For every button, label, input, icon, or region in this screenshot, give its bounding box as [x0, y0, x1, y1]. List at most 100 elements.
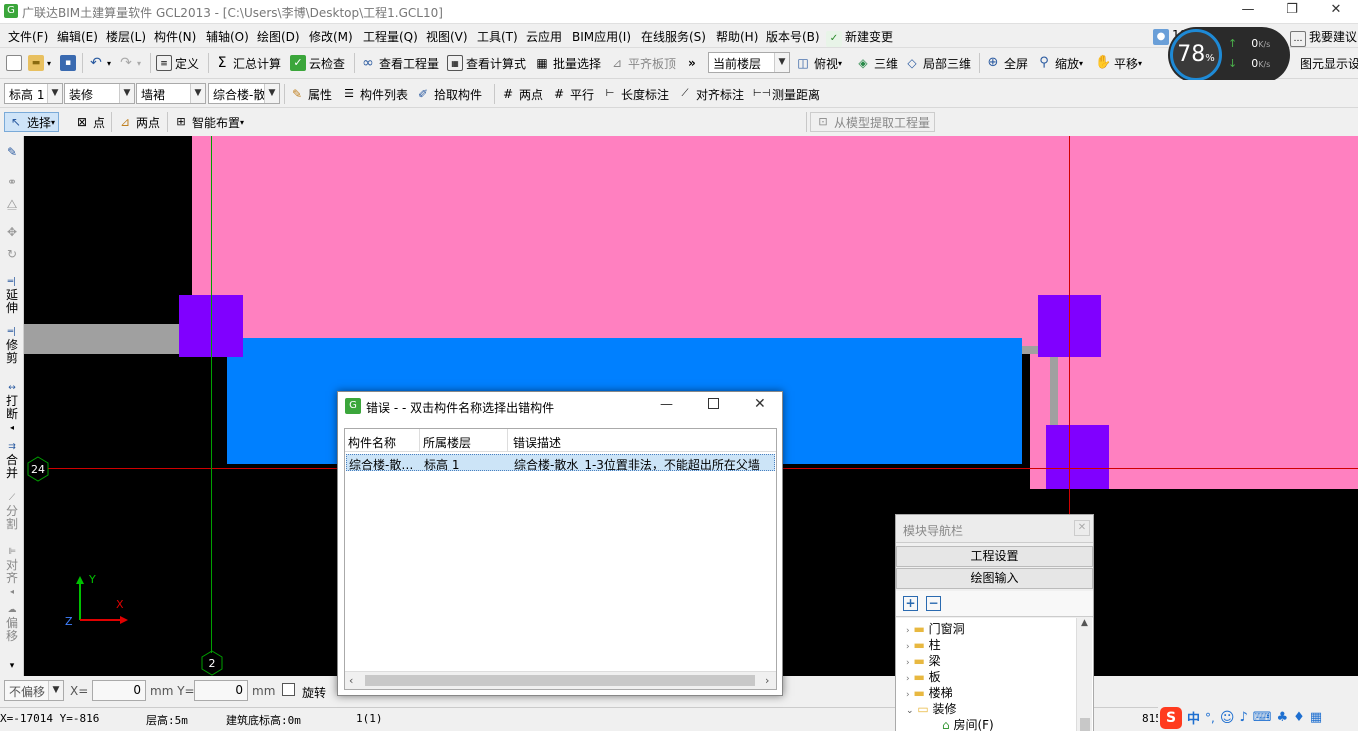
tree-item-room[interactable]: ⌂ 房间(F) — [942, 716, 994, 731]
table-row[interactable]: 综合楼-散… 标高 1 综合楼-散水_1-3位置非法，不能超出所在父墙 — [346, 454, 775, 471]
gray-wall-right-vertical[interactable] — [1050, 346, 1058, 426]
view-formula-button[interactable]: ▦ 查看计算式 — [447, 53, 526, 73]
project-settings-button[interactable]: 工程设置 — [896, 546, 1093, 567]
menu-component[interactable]: 构件(N) — [154, 28, 196, 45]
component-name-dropdown[interactable]: 综合楼-散 ▼ — [208, 83, 280, 104]
skin-icon[interactable]: ♣ — [1277, 710, 1289, 725]
save-icon[interactable]: ▪ — [60, 53, 79, 73]
menu-tools[interactable]: 工具(T) — [477, 28, 518, 45]
mirror-icon[interactable]: ⧋ — [1, 198, 23, 211]
floor-select-dropdown[interactable]: 当前楼层 ▼ — [708, 52, 790, 73]
rotate-checkbox[interactable] — [282, 683, 295, 696]
pan-button[interactable]: ✋ 平移 ▾ — [1095, 53, 1142, 73]
select-tool-button[interactable]: ↖ 选择 ▾ — [4, 112, 60, 132]
menu-aux-axis[interactable]: 辅轴(O) — [206, 28, 249, 45]
close-button[interactable]: ✕ — [1326, 2, 1346, 20]
menu-new-change[interactable]: ✓ 新建变更 — [826, 28, 893, 47]
two-points-axis-button[interactable]: # 两点 — [500, 84, 543, 104]
smart-layout-button[interactable]: ⊞ 智能布置 ▾ — [173, 112, 244, 132]
top-view-button[interactable]: ◫ 俯视 ▾ — [795, 53, 842, 73]
new-file-icon[interactable] — [6, 53, 25, 73]
menu-quantity[interactable]: 工程量(Q) — [363, 28, 418, 45]
ime-lang-toggle[interactable]: 中 — [1187, 708, 1200, 727]
axis-bubble-2[interactable]: 2 — [199, 650, 225, 676]
minimize-button[interactable]: — — [1238, 2, 1258, 20]
menu-version[interactable]: 版本号(B) — [766, 28, 820, 45]
sogou-logo-icon[interactable]: S — [1160, 706, 1182, 729]
move-icon[interactable]: ✥ — [1, 226, 23, 239]
two-points-tool-button[interactable]: ⊿ 两点 — [117, 112, 160, 132]
menu-view[interactable]: 视图(V) — [426, 28, 468, 45]
expand-all-icon[interactable]: + — [903, 596, 918, 611]
component-type-dropdown[interactable]: 墙裙 ▼ — [136, 83, 206, 104]
menu-bim[interactable]: BIM应用(I) — [572, 28, 631, 45]
table-horizontal-scrollbar[interactable]: ‹ › — [345, 671, 776, 689]
open-folder-icon[interactable]: ▬ ▾ — [28, 53, 51, 73]
collapse-all-icon[interactable]: − — [926, 596, 941, 611]
split-button[interactable]: ⟋ 分割 — [1, 492, 23, 531]
tree-item-doors-windows[interactable]: › ▬ 门窗洞 — [906, 620, 965, 637]
parallel-button[interactable]: # 平行 — [551, 84, 594, 104]
tree-item-beam[interactable]: › ▬ 梁 — [906, 652, 941, 669]
local-3d-button[interactable]: ◇ 局部三维 — [904, 53, 971, 73]
rotate-icon[interactable]: ↻ — [1, 248, 23, 261]
menu-online[interactable]: 在线服务(S) — [641, 28, 706, 45]
define-button[interactable]: ≡ 定义 — [156, 53, 199, 73]
copy-icon[interactable]: ⚭ — [1, 176, 23, 189]
extract-quantity-button[interactable]: ⊡ 从模型提取工程量 — [810, 112, 936, 132]
tree-item-stairs[interactable]: › ▬ 楼梯 — [906, 684, 953, 701]
menu-floor[interactable]: 楼层(L) — [106, 28, 146, 45]
align-button[interactable]: ⊫ 对齐 ◂ — [1, 546, 23, 598]
tree-item-decoration[interactable]: ⌄ ▭ 装修 — [906, 700, 957, 717]
emoji-icon[interactable]: ☺ — [1220, 710, 1235, 726]
grid-icon[interactable]: ▦ — [1310, 710, 1322, 725]
more-tools-icon[interactable]: ▾ — [1, 660, 23, 673]
keyboard-icon[interactable]: ⌨ — [1253, 710, 1272, 725]
menu-file[interactable]: 文件(F) — [8, 28, 48, 45]
tree-item-column[interactable]: › ▬ 柱 — [906, 636, 941, 653]
three-d-button[interactable]: ◈ 三维 — [855, 53, 898, 73]
floor-dropdown[interactable]: 标高 1 ▼ — [4, 83, 63, 104]
punctuation-icon[interactable]: °, — [1205, 711, 1215, 725]
microphone-icon[interactable]: ♪ — [1239, 710, 1247, 725]
offset-button[interactable]: ☁ 偏移 — [1, 604, 23, 643]
point-tool-button[interactable]: ⊠ 点 — [74, 112, 105, 132]
pick-component-button[interactable]: ✐ 拾取构件 — [415, 84, 482, 104]
flush-slab-button[interactable]: ⊿ 平齐板顶 — [609, 53, 676, 73]
redo-icon[interactable]: ↷ ▾ — [118, 53, 141, 73]
break-button[interactable]: ↔ 打断 ◂ — [1, 382, 23, 434]
batch-select-button[interactable]: ▦ 批量选择 — [534, 53, 601, 73]
fullscreen-button[interactable]: ⊕ 全屏 — [985, 53, 1028, 73]
shirt-icon[interactable]: ♦ — [1293, 710, 1305, 725]
brush-icon[interactable]: ✎ — [1, 146, 23, 159]
merge-button[interactable]: ⇉ 合并 — [1, 441, 23, 480]
y-input[interactable]: 0 — [194, 680, 248, 701]
extend-button[interactable]: ═| 延伸 — [1, 276, 23, 315]
tree-item-slab[interactable]: › ▬ 板 — [906, 668, 941, 685]
sum-calc-button[interactable]: Σ 汇总计算 — [214, 53, 281, 73]
component-list-button[interactable]: ☰ 构件列表 — [341, 84, 408, 104]
drawing-input-button[interactable]: 绘图输入 — [896, 568, 1093, 589]
offset-mode-dropdown[interactable]: 不偏移 ▼ — [4, 680, 64, 701]
column-header-description[interactable]: 错误描述 — [513, 434, 561, 451]
axis-bubble-24[interactable]: 24 — [25, 456, 51, 482]
menu-cloud[interactable]: 云应用 — [526, 28, 562, 45]
dialog-minimize-button[interactable]: — — [660, 397, 673, 412]
length-dim-button[interactable]: ⊢ 长度标注 — [602, 84, 669, 104]
dialog-titlebar[interactable]: G 错误 - - 双击构件名称选择出错构件 — ✕ — [338, 392, 782, 422]
view-quantity-button[interactable]: ∞ 查看工程量 — [360, 53, 439, 73]
undo-icon[interactable]: ↶ ▾ — [88, 53, 111, 73]
purple-column-3[interactable] — [1046, 425, 1109, 489]
trim-button[interactable]: ═| 修剪 — [1, 326, 23, 365]
toolbar-overflow-icon[interactable]: » — [688, 53, 696, 73]
cloud-check-button[interactable]: ✓ 云检查 — [290, 53, 345, 73]
dialog-maximize-button[interactable] — [708, 398, 719, 409]
properties-button[interactable]: ✎ 属性 — [289, 84, 332, 104]
column-header-name[interactable]: 构件名称 — [348, 434, 396, 451]
restore-button[interactable]: ❐ — [1282, 2, 1302, 20]
menu-modify[interactable]: 修改(M) — [309, 28, 353, 45]
tree-vertical-scrollbar[interactable]: ▲ — [1076, 618, 1092, 731]
feedback-link[interactable]: … 我要建议 — [1290, 28, 1357, 47]
menu-draw[interactable]: 绘图(D) — [257, 28, 300, 45]
cell-component-name[interactable]: 综合楼-散… — [349, 456, 413, 470]
